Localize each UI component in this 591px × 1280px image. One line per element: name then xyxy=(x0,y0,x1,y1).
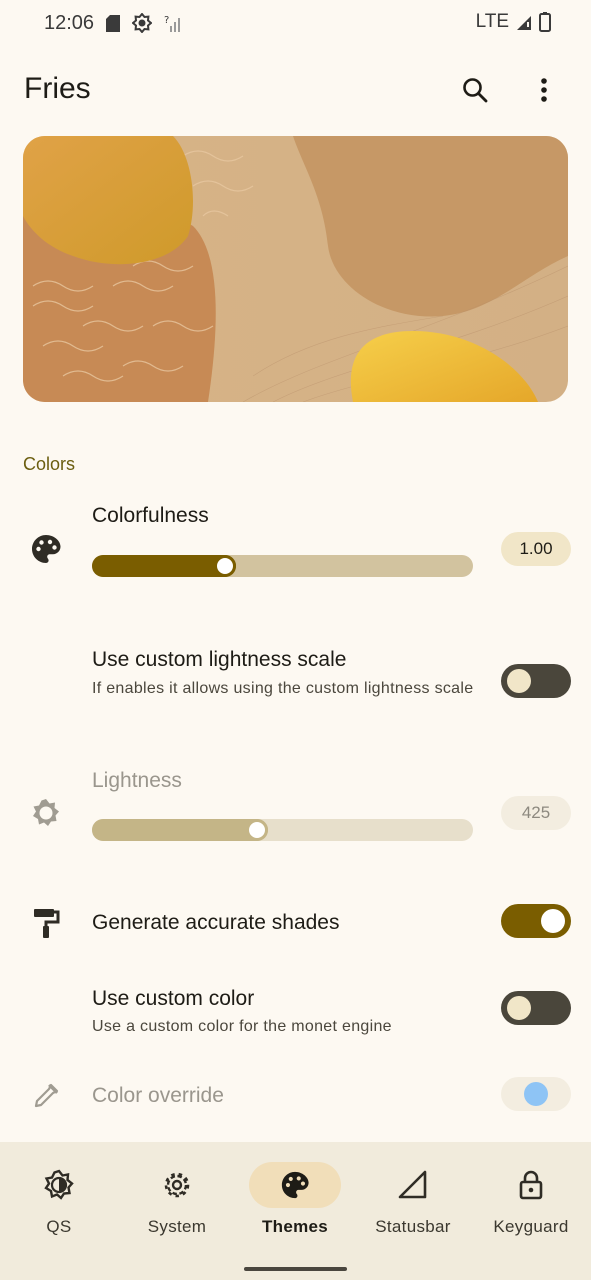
nav-label: Statusbar xyxy=(375,1217,451,1236)
more-options-button[interactable] xyxy=(520,66,568,114)
lightness-slider-fill xyxy=(92,819,268,841)
home-indicator[interactable] xyxy=(244,1267,347,1271)
nav-icon-container xyxy=(485,1162,577,1208)
palette-icon xyxy=(32,535,61,563)
eyedropper-icon xyxy=(34,1083,59,1108)
color-override-chip[interactable] xyxy=(501,1077,571,1111)
color-swatch xyxy=(524,1082,548,1106)
custom-lightness-description: If enables it allows using the custom li… xyxy=(92,680,474,697)
lightness-label: Lightness xyxy=(92,769,182,792)
nav-icon-container xyxy=(249,1162,341,1208)
accurate-shades-switch[interactable] xyxy=(501,904,571,938)
sd-card-icon xyxy=(106,14,120,32)
custom-color-label: Use custom color xyxy=(92,987,255,1010)
gear-icon xyxy=(164,1172,190,1198)
brightness-auto-icon xyxy=(132,13,152,33)
nav-label: QS xyxy=(46,1217,72,1236)
nav-icon-container xyxy=(13,1162,105,1208)
color-override-label: Color override xyxy=(92,1084,224,1107)
nav-label: Themes xyxy=(261,1217,329,1236)
svg-text:?: ? xyxy=(164,15,169,26)
brightness-icon xyxy=(33,799,59,826)
search-icon xyxy=(463,78,488,103)
lightness-slider[interactable] xyxy=(92,819,473,841)
nav-icon-container xyxy=(367,1162,459,1208)
status-right: LTE xyxy=(476,11,551,33)
qs-icon xyxy=(44,1169,74,1200)
switch-knob xyxy=(507,669,531,693)
switch-knob xyxy=(507,996,531,1020)
bottom-navigation: QS System Themes Statusbar Keyguard xyxy=(0,1142,591,1280)
colorfulness-value: 1.00 xyxy=(501,532,571,566)
custom-lightness-label: Use custom lightness scale xyxy=(92,648,347,671)
search-button[interactable] xyxy=(451,66,499,114)
status-time: 12:06 xyxy=(44,12,95,34)
nav-icon-container xyxy=(131,1162,223,1208)
custom-color-switch[interactable] xyxy=(501,991,571,1025)
nav-label: System xyxy=(147,1217,207,1236)
signal-icon xyxy=(517,16,531,30)
section-title-colors: Colors xyxy=(23,454,76,474)
accurate-shades-label: Generate accurate shades xyxy=(92,911,340,934)
more-vert-icon xyxy=(541,78,547,102)
page-title: Fries xyxy=(24,72,91,105)
wallpaper-preview[interactable] xyxy=(23,136,568,402)
custom-lightness-switch[interactable] xyxy=(501,664,571,698)
colorfulness-label: Colorfulness xyxy=(92,504,209,527)
colorfulness-slider[interactable] xyxy=(92,555,473,577)
wallpaper-art xyxy=(23,136,568,402)
signal-icon xyxy=(398,1170,427,1199)
no-sim-signal-icon: ? xyxy=(164,15,180,32)
lightness-slider-thumb[interactable] xyxy=(246,819,268,841)
battery-icon xyxy=(539,12,551,32)
paint-roller-icon xyxy=(34,909,60,938)
colorfulness-slider-thumb[interactable] xyxy=(214,555,236,577)
nav-label: Keyguard xyxy=(493,1217,569,1236)
custom-color-description: Use a custom color for the monet engine xyxy=(92,1018,392,1035)
network-type: LTE xyxy=(475,11,509,32)
switch-knob xyxy=(541,909,565,933)
lock-icon xyxy=(519,1170,543,1200)
lightness-value: 425 xyxy=(501,796,571,830)
status-icons-left: ? xyxy=(106,13,182,33)
palette-icon xyxy=(281,1171,309,1199)
